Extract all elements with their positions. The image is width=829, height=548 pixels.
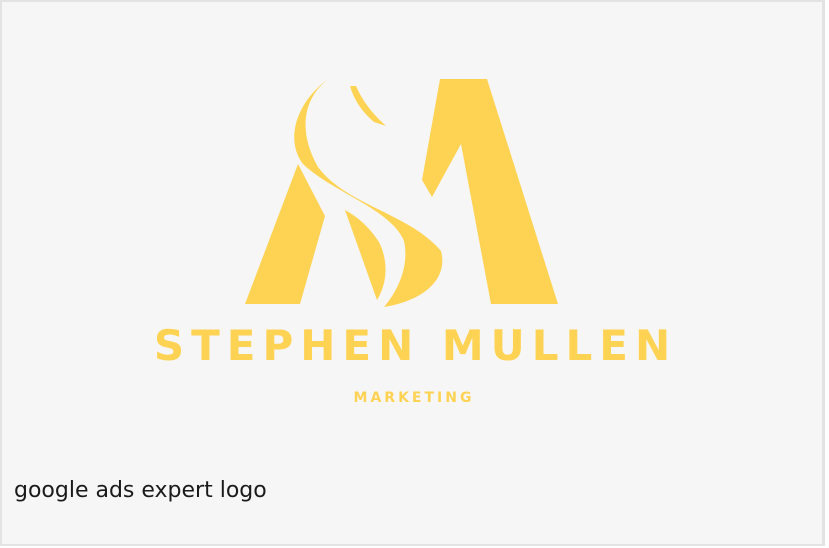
image-caption[interactable]: google ads expert logo [14,476,267,506]
monogram-inner-wedge [345,210,386,300]
monogram-right-leg [422,79,558,304]
logo-brand-name: STEPHEN MULLEN [153,321,678,370]
monogram-left-leg [245,164,325,304]
logo-card[interactable]: STEPHEN MULLEN MARKETING google ads expe… [0,0,825,546]
monogram-upper-stroke [350,86,386,126]
logo-image: STEPHEN MULLEN MARKETING [2,2,822,432]
logo-tagline: MARKETING [353,390,475,406]
